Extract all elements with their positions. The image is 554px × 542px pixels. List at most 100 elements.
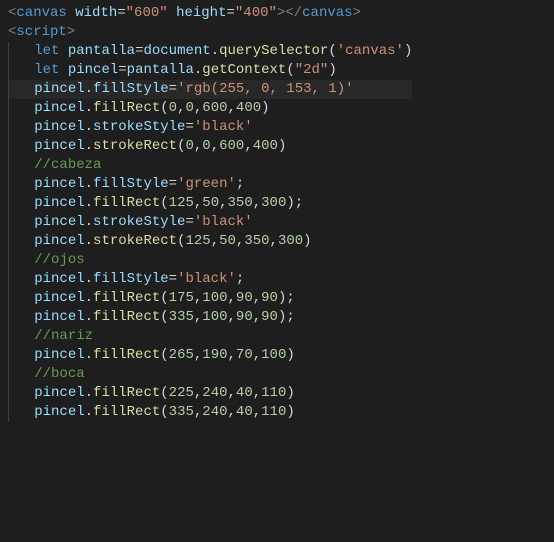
token-identifier: document bbox=[143, 43, 210, 59]
token-comment: //ojos bbox=[34, 252, 84, 268]
token-attr-value: "400" bbox=[235, 5, 277, 21]
token-number: 100 bbox=[261, 347, 286, 363]
token-punct: . bbox=[85, 271, 93, 287]
token-punct: . bbox=[85, 176, 93, 192]
token-punct: ; bbox=[286, 309, 294, 325]
line-content: <canvas width="600" height="400"></canva… bbox=[8, 4, 361, 23]
token-number: 240 bbox=[202, 404, 227, 420]
line-content: //cabeza bbox=[9, 156, 101, 175]
token-number: 125 bbox=[169, 195, 194, 211]
token-number: 0 bbox=[185, 138, 193, 154]
token-punct: ; bbox=[295, 195, 303, 211]
token-property: fillStyle bbox=[93, 271, 169, 287]
line-content: //boca bbox=[9, 365, 85, 384]
gutter bbox=[0, 0, 8, 542]
code-line[interactable]: pincel.fillRect(125,50,350,300); bbox=[8, 194, 412, 213]
token-number: 190 bbox=[202, 347, 227, 363]
token-paren: ( bbox=[160, 290, 168, 306]
code-line[interactable]: <canvas width="600" height="400"></canva… bbox=[8, 4, 412, 23]
token-number: 600 bbox=[219, 138, 244, 154]
token-punct: . bbox=[85, 290, 93, 306]
token-paren: ) bbox=[286, 347, 294, 363]
code-line[interactable]: pincel.fillRect(265,190,70,100) bbox=[8, 346, 412, 365]
token-punct: , bbox=[211, 233, 219, 249]
token-punct: . bbox=[85, 119, 93, 135]
token-property: strokeStyle bbox=[93, 214, 185, 230]
code-line[interactable]: pincel.fillRect(0,0,600,400) bbox=[8, 99, 412, 118]
token-comment: //nariz bbox=[34, 328, 93, 344]
token-paren: ) bbox=[328, 62, 336, 78]
token-number: 400 bbox=[236, 100, 261, 116]
token-punct: , bbox=[219, 195, 227, 211]
token-pad bbox=[168, 4, 176, 23]
token-method: fillRect bbox=[93, 100, 160, 116]
token-method: fillRect bbox=[93, 309, 160, 325]
token-comment: //cabeza bbox=[34, 157, 101, 173]
token-paren: ) bbox=[278, 138, 286, 154]
token-identifier: pincel bbox=[34, 81, 84, 97]
token-number: 90 bbox=[236, 290, 253, 306]
code-line[interactable]: pincel.fillStyle='black'; bbox=[8, 270, 412, 289]
token-punct: , bbox=[228, 404, 236, 420]
token-identifier: pincel bbox=[34, 100, 84, 116]
token-tag-bracket: ></ bbox=[277, 5, 302, 21]
code-line[interactable]: pincel.strokeRect(125,50,350,300) bbox=[8, 232, 412, 251]
token-string: 'green' bbox=[177, 176, 236, 192]
token-method: fillRect bbox=[93, 195, 160, 211]
code-line[interactable]: pincel.strokeStyle='black' bbox=[8, 118, 412, 137]
token-identifier: pincel bbox=[34, 271, 84, 287]
token-identifier: pincel bbox=[34, 195, 84, 211]
token-identifier: pantalla bbox=[127, 62, 194, 78]
token-operator: = bbox=[185, 214, 193, 230]
code-line[interactable]: let pantalla=document.querySelector('can… bbox=[8, 42, 412, 61]
token-variable: pantalla bbox=[68, 43, 135, 59]
code-line[interactable]: pincel.fillStyle='green'; bbox=[8, 175, 412, 194]
token-method: strokeRect bbox=[93, 138, 177, 154]
token-paren: ) bbox=[303, 233, 311, 249]
token-attr-value: "600" bbox=[126, 5, 168, 21]
code-area[interactable]: <canvas width="600" height="400"></canva… bbox=[8, 0, 412, 542]
token-punct: . bbox=[211, 43, 219, 59]
token-punct: . bbox=[85, 347, 93, 363]
token-identifier: pincel bbox=[34, 138, 84, 154]
token-property: fillStyle bbox=[93, 81, 169, 97]
line-content: pincel.fillRect(335,100,90,90); bbox=[9, 308, 295, 327]
token-identifier: pincel bbox=[34, 214, 84, 230]
token-number: 0 bbox=[202, 138, 210, 154]
code-line[interactable]: //ojos bbox=[8, 251, 412, 270]
token-punct: . bbox=[85, 214, 93, 230]
token-method: getContext bbox=[202, 62, 286, 78]
code-line[interactable]: pincel.fillStyle='rgb(255, 0, 153, 1)' bbox=[8, 80, 412, 99]
code-line[interactable]: pincel.fillRect(225,240,40,110) bbox=[8, 384, 412, 403]
token-punct: , bbox=[253, 290, 261, 306]
token-string: 'black' bbox=[177, 271, 236, 287]
token-string: 'rgb(255, 0, 153, 1)' bbox=[177, 81, 353, 97]
line-content: //ojos bbox=[9, 251, 85, 270]
code-line[interactable]: <script> bbox=[8, 23, 412, 42]
code-line[interactable]: //nariz bbox=[8, 327, 412, 346]
token-paren: ( bbox=[160, 385, 168, 401]
code-line[interactable]: let pincel=pantalla.getContext("2d") bbox=[8, 61, 412, 80]
code-line[interactable]: pincel.fillRect(335,100,90,90); bbox=[8, 308, 412, 327]
line-content: pincel.strokeStyle='black' bbox=[9, 118, 253, 137]
token-number: 90 bbox=[261, 309, 278, 325]
line-content: pincel.fillStyle='green'; bbox=[9, 175, 244, 194]
token-punct: ; bbox=[236, 271, 244, 287]
code-line[interactable]: pincel.fillRect(175,100,90,90); bbox=[8, 289, 412, 308]
token-punct: , bbox=[253, 195, 261, 211]
token-property: fillStyle bbox=[93, 176, 169, 192]
token-number: 265 bbox=[169, 347, 194, 363]
token-number: 300 bbox=[261, 195, 286, 211]
token-punct: , bbox=[228, 347, 236, 363]
token-string: "2d" bbox=[295, 62, 329, 78]
code-line[interactable]: //cabeza bbox=[8, 156, 412, 175]
code-line[interactable]: pincel.strokeRect(0,0,600,400) bbox=[8, 137, 412, 156]
token-keyword: let bbox=[34, 62, 59, 78]
code-line[interactable]: pincel.strokeStyle='black' bbox=[8, 213, 412, 232]
token-method: fillRect bbox=[93, 290, 160, 306]
code-line[interactable]: //boca bbox=[8, 365, 412, 384]
code-line[interactable]: pincel.fillRect(335,240,40,110) bbox=[8, 403, 412, 422]
token-punct: . bbox=[85, 404, 93, 420]
code-editor[interactable]: <canvas width="600" height="400"></canva… bbox=[0, 0, 554, 542]
token-number: 90 bbox=[236, 309, 253, 325]
